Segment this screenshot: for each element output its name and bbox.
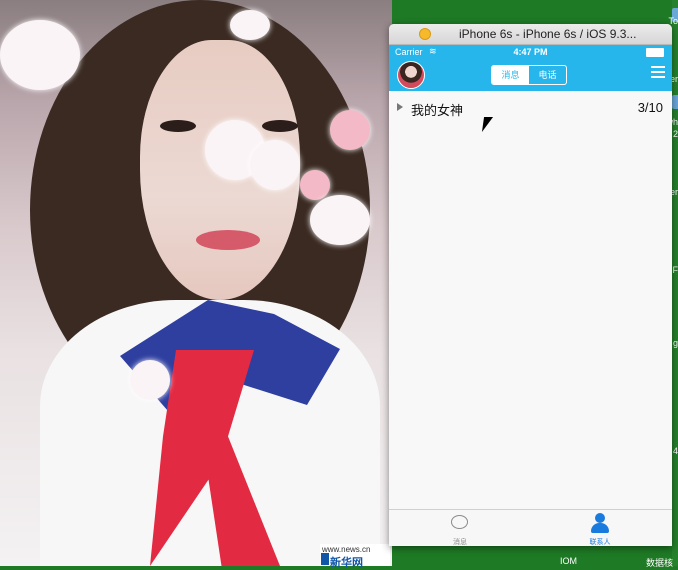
news-watermark: www.news.cn 新华网 (320, 544, 390, 566)
left-eye (160, 120, 196, 132)
contact-group-row[interactable]: 我的女神 3/10 (389, 91, 672, 125)
group-count: 3/10 (638, 100, 663, 115)
blossom (250, 140, 300, 190)
blossom (230, 10, 270, 40)
tab-bar: 消息 联系人 (389, 509, 672, 546)
blossom (330, 110, 370, 150)
chat-bubble-icon (451, 515, 468, 529)
segment-messages[interactable]: 消息 (492, 66, 529, 84)
status-time: 4:47 PM (389, 47, 672, 57)
watermark-name: 新华网 (330, 554, 363, 570)
desktop-label: g (673, 338, 678, 348)
group-name: 我的女神 (411, 100, 463, 119)
desktop-label: IOM (560, 556, 577, 566)
disclosure-triangle-icon (397, 103, 403, 111)
battery-icon (646, 48, 664, 57)
menu-icon[interactable] (651, 66, 665, 78)
desktop-right-edge (672, 0, 678, 566)
lips-shape (196, 230, 260, 250)
segment-calls[interactable]: 电话 (529, 66, 566, 84)
tab-label: 消息 (430, 537, 490, 546)
avatar[interactable] (397, 61, 425, 89)
blossom (0, 20, 80, 90)
blossom (300, 170, 330, 200)
desktop-label: 2 (673, 129, 678, 139)
desktop-bottom-labels: IOM 数据核 (478, 546, 678, 566)
minimize-button[interactable] (419, 28, 431, 40)
navigation-bar: 消息 电话 (389, 59, 672, 91)
watermark-url: www.news.cn (322, 545, 370, 554)
tab-messages[interactable]: 消息 (430, 513, 490, 545)
watermark-logo-icon (321, 553, 329, 565)
window-titlebar[interactable]: iPhone 6s - iPhone 6s / iOS 9.3... (389, 24, 672, 45)
desktop-wallpaper-photo (0, 0, 392, 566)
person-icon (590, 513, 610, 534)
blossom (310, 195, 370, 245)
desktop-label: 数据核 (646, 556, 673, 569)
desktop-label: 4 (673, 446, 678, 456)
contacts-list: 我的女神 3/10 (389, 91, 672, 509)
desktop-label: F (673, 265, 678, 275)
blossom (130, 360, 170, 400)
tab-label: 联系人 (570, 537, 630, 546)
simulator-window: iPhone 6s - iPhone 6s / iOS 9.3... Carri… (389, 24, 672, 546)
segmented-control: 消息 电话 (491, 65, 567, 85)
window-title: iPhone 6s - iPhone 6s / iOS 9.3... (459, 27, 636, 41)
tab-contacts[interactable]: 联系人 (570, 513, 630, 545)
ios-status-bar: Carrier ≋ 4:47 PM (389, 45, 672, 59)
right-eye (262, 120, 298, 132)
desktop-folder-icon[interactable] (672, 95, 678, 109)
